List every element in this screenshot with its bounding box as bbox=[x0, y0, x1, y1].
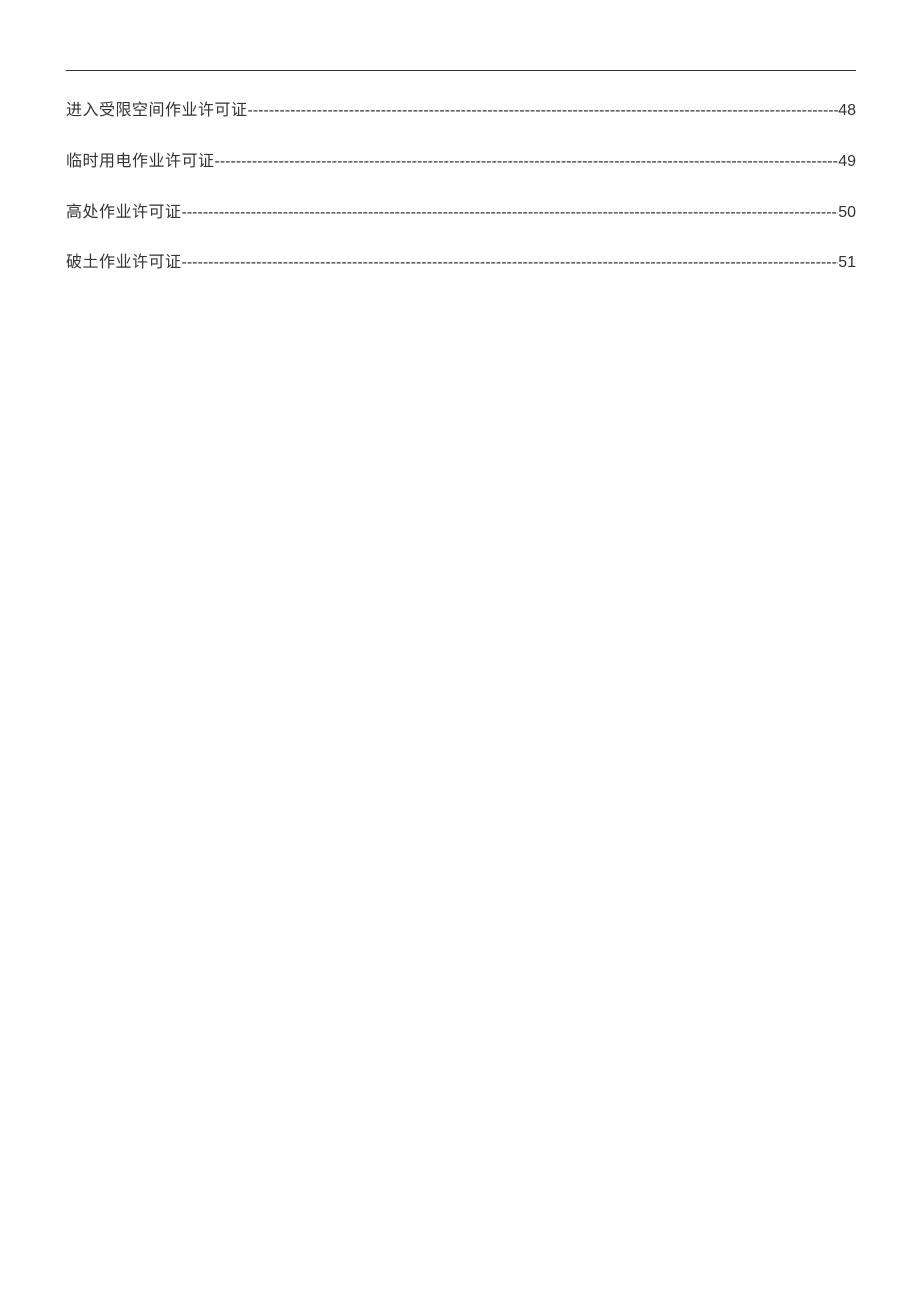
table-of-contents: 进入受限空间作业许可证 48 临时用电作业许可证 49 高处作业许可证 50 破… bbox=[66, 101, 856, 274]
toc-leader-dots bbox=[248, 101, 839, 122]
toc-leader-dots bbox=[182, 253, 839, 274]
toc-leader-dots bbox=[182, 203, 839, 224]
toc-entry-title: 破土作业许可证 bbox=[66, 253, 182, 274]
toc-entry-page: 51 bbox=[838, 253, 856, 274]
toc-entry-page: 48 bbox=[838, 101, 856, 122]
toc-entry-title: 进入受限空间作业许可证 bbox=[66, 101, 248, 122]
toc-entry-page: 49 bbox=[838, 152, 856, 173]
toc-leader-dots bbox=[215, 152, 839, 173]
toc-entry-title: 高处作业许可证 bbox=[66, 203, 182, 224]
toc-entry: 破土作业许可证 51 bbox=[66, 253, 856, 274]
toc-entry: 进入受限空间作业许可证 48 bbox=[66, 101, 856, 122]
toc-entry: 临时用电作业许可证 49 bbox=[66, 152, 856, 173]
toc-entry-page: 50 bbox=[838, 203, 856, 224]
toc-entry: 高处作业许可证 50 bbox=[66, 203, 856, 224]
horizontal-rule bbox=[66, 70, 856, 71]
toc-entry-title: 临时用电作业许可证 bbox=[66, 152, 215, 173]
